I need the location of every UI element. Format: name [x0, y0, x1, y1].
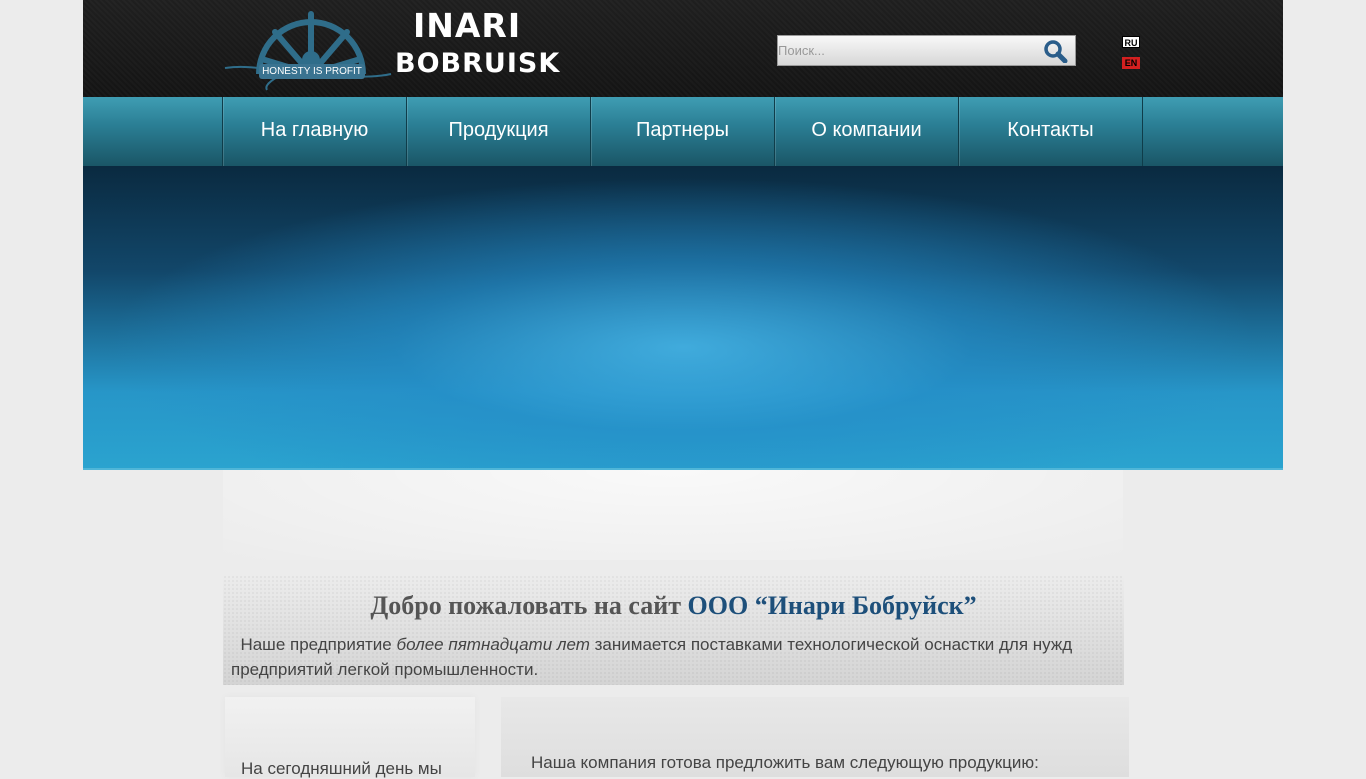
welcome-text-start: Наше предприятие — [240, 635, 392, 654]
nav-item-contacts[interactable]: Контакты — [958, 97, 1143, 166]
logo-slogan: HONESTY IS PROFIT — [259, 64, 365, 79]
language-ru-button[interactable]: RU — [1122, 36, 1140, 48]
welcome-title-prefix: Добро пожаловать на сайт — [370, 591, 682, 620]
nav-item-products[interactable]: Продукция — [406, 97, 590, 166]
welcome-title: Добро пожаловать на сайт ООО “Инари Бобр… — [223, 591, 1124, 621]
nav-item-partners[interactable]: Партнеры — [590, 97, 774, 166]
site-header: HONESTY IS PROFIT INARI BOBRUISK RU EN — [83, 0, 1283, 97]
search-box — [777, 35, 1076, 66]
welcome-title-company: ООО “Инари Бобруйск” — [687, 591, 977, 620]
language-en-button[interactable]: EN — [1122, 57, 1140, 69]
logo-text-line1: INARI — [413, 6, 522, 45]
welcome-text-emphasis: более пятнадцати лет — [396, 635, 590, 654]
nav-item-home[interactable]: На главную — [222, 97, 406, 166]
main-navigation: На главную Продукция Партнеры О компании… — [83, 97, 1283, 166]
products-intro-text: Наша компания готова предложить вам след… — [531, 753, 1039, 772]
search-input[interactable] — [778, 36, 1033, 65]
hero-banner — [83, 166, 1283, 470]
logo-text-line2: BOBRUISK — [395, 48, 561, 79]
products-box: Наша компания готова предложить вам след… — [501, 697, 1129, 777]
left-info-box: На сегодняшний день мы — [225, 697, 475, 778]
left-box-text: На сегодняшний день мы — [241, 759, 442, 778]
search-button[interactable] — [1043, 39, 1069, 64]
nav-item-about[interactable]: О компании — [774, 97, 958, 166]
welcome-section: Добро пожаловать на сайт ООО “Инари Бобр… — [223, 575, 1124, 685]
site-logo[interactable]: HONESTY IS PROFIT INARI BOBRUISK — [223, 2, 561, 94]
welcome-text: Наше предприятие более пятнадцати лет за… — [231, 632, 1111, 682]
banner-shadow — [223, 470, 1123, 560]
ship-wheel-icon — [224, 11, 392, 91]
search-icon — [1044, 40, 1068, 64]
page-wrapper: HONESTY IS PROFIT INARI BOBRUISK RU EN Н… — [83, 0, 1283, 778]
